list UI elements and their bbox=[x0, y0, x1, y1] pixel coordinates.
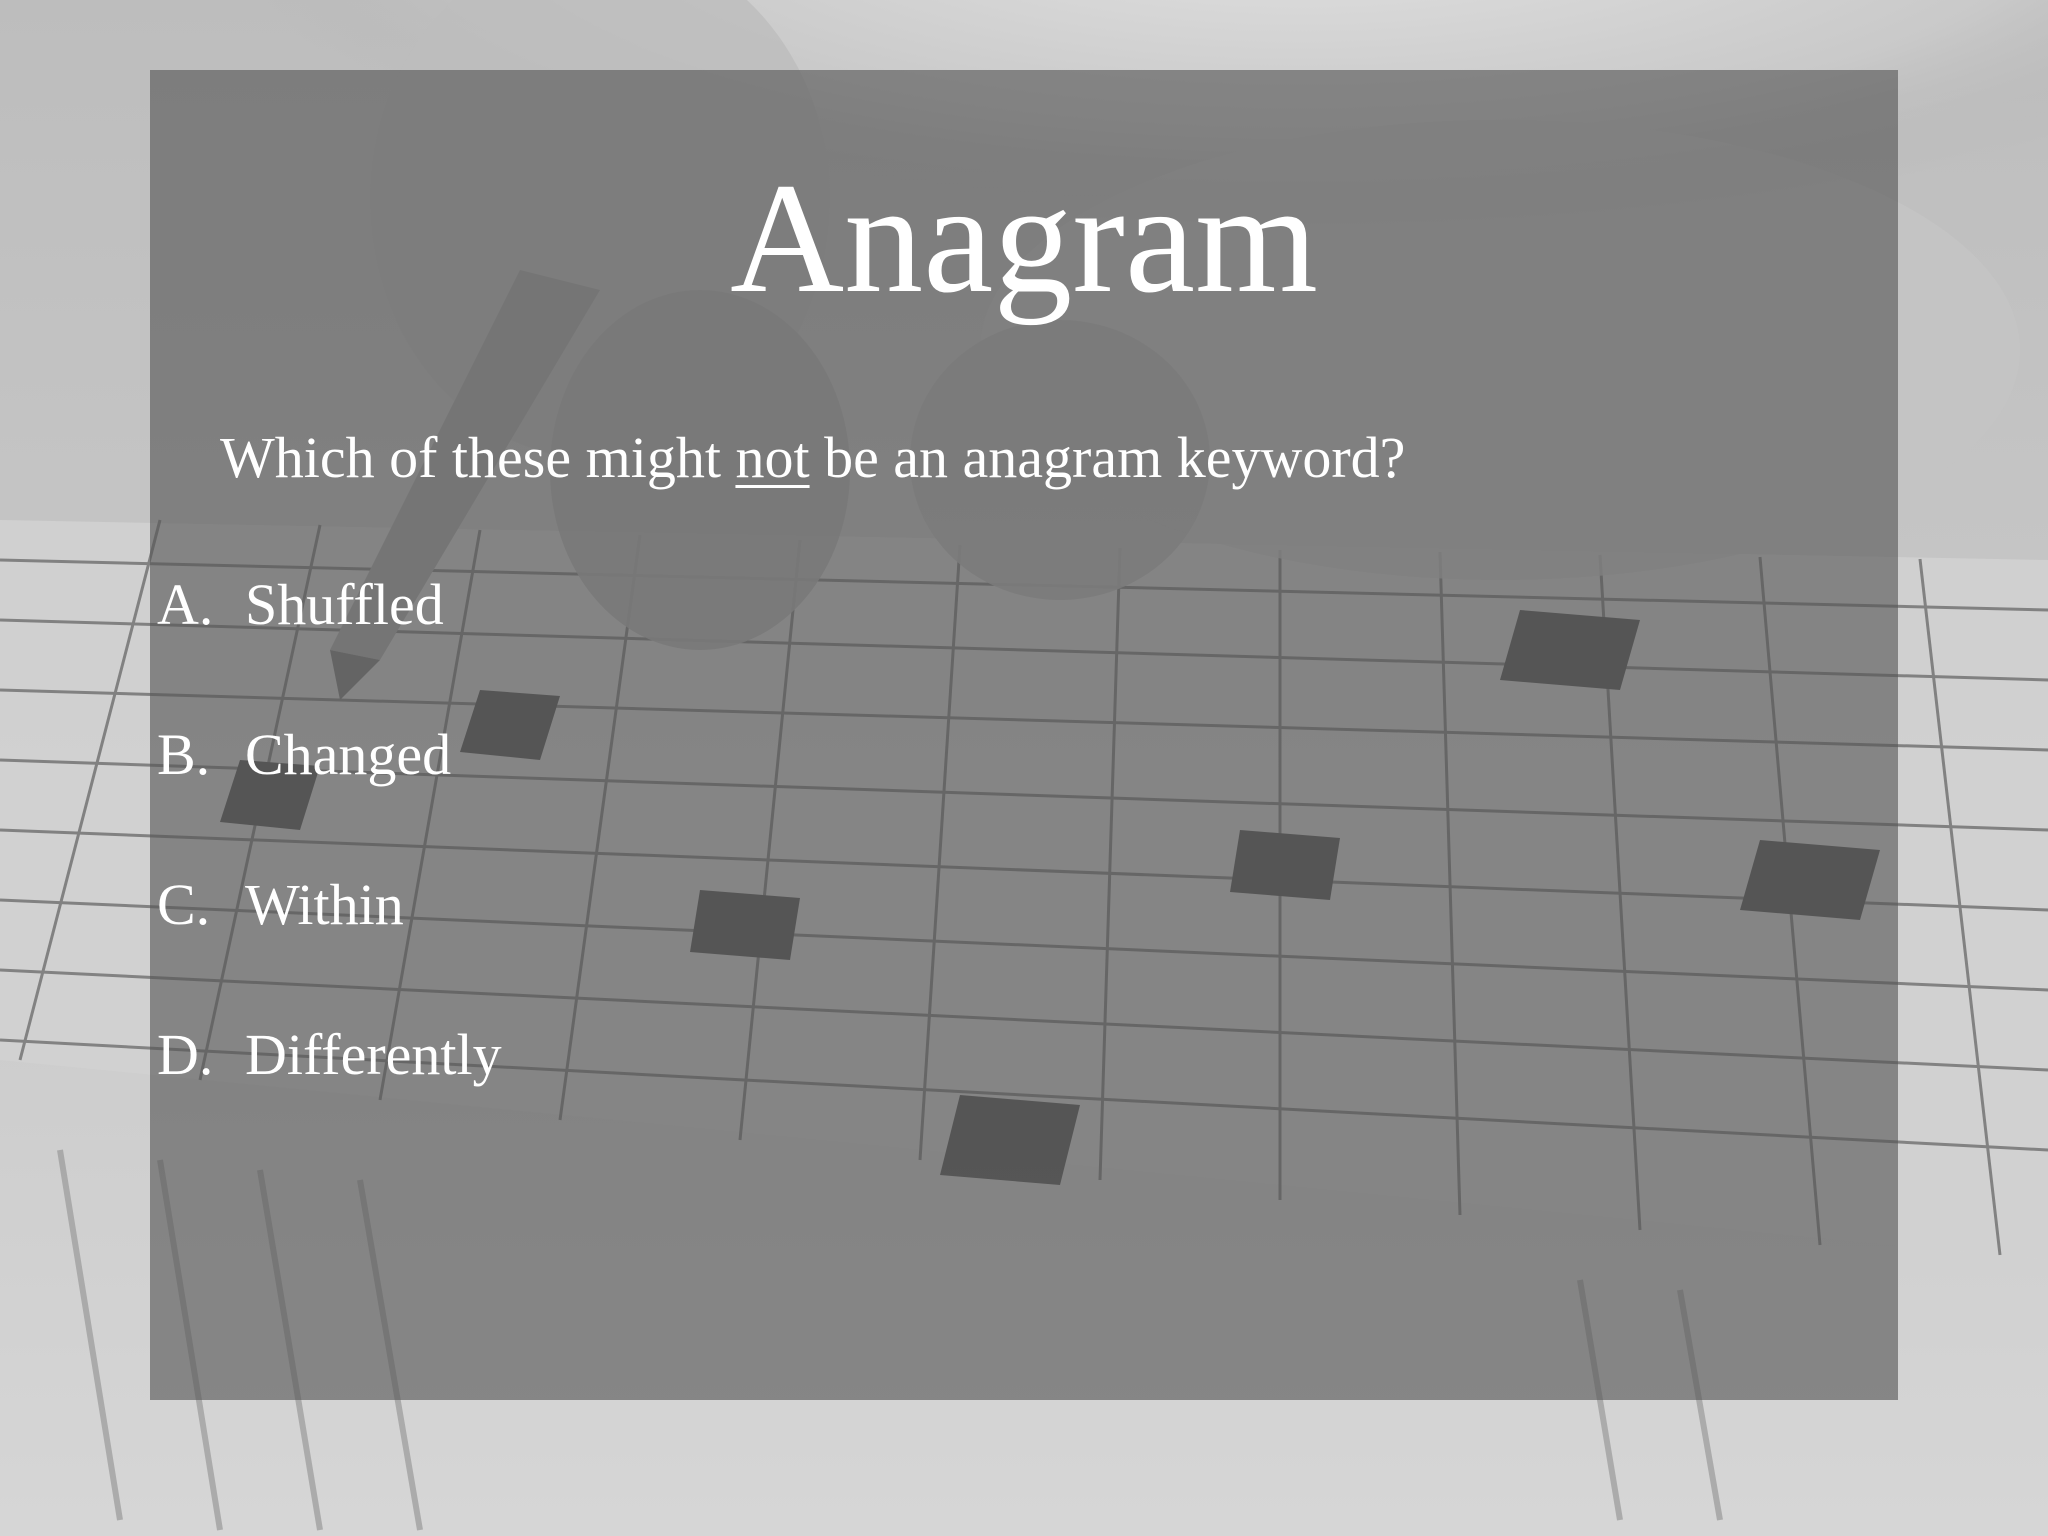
option-d-text: Differently bbox=[245, 1022, 502, 1087]
option-d[interactable]: D. Differently bbox=[157, 1022, 502, 1088]
option-a[interactable]: A. Shuffled bbox=[157, 572, 444, 638]
question-before: Which of these might bbox=[220, 425, 736, 490]
question-emphasis: not bbox=[735, 425, 810, 490]
question-text: Which of these might not be an anagram k… bbox=[220, 425, 1405, 491]
option-d-letter: D. bbox=[157, 1022, 214, 1087]
option-a-letter: A. bbox=[157, 572, 214, 637]
option-c-letter: C. bbox=[157, 872, 211, 937]
option-b-letter: B. bbox=[157, 722, 211, 787]
slide-title: Anagram bbox=[730, 151, 1318, 326]
option-b-text: Changed bbox=[245, 722, 452, 787]
option-c[interactable]: C. Within bbox=[157, 872, 404, 938]
option-b[interactable]: B. Changed bbox=[157, 722, 451, 788]
option-a-text: Shuffled bbox=[245, 572, 444, 637]
question-after: be an anagram keyword? bbox=[809, 425, 1406, 490]
option-c-text: Within bbox=[245, 872, 404, 937]
